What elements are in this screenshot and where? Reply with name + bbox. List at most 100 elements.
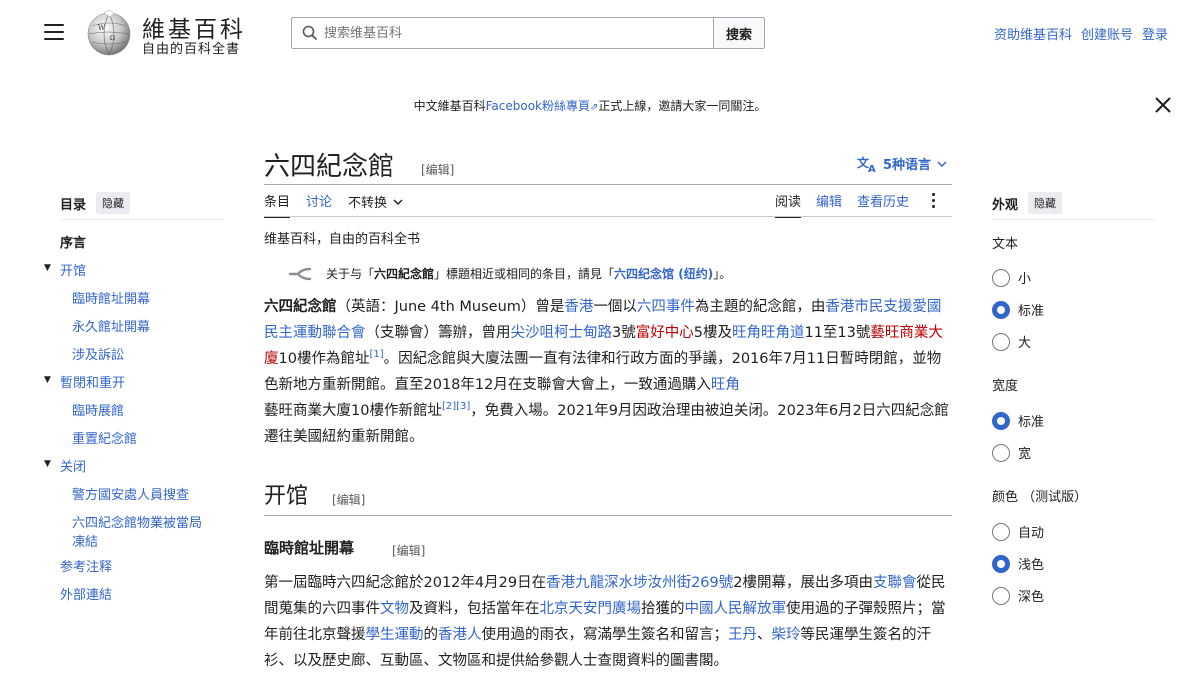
- search-field[interactable]: [291, 17, 713, 49]
- appearance-title: 外观: [992, 197, 1019, 213]
- title-divider: [264, 184, 952, 185]
- reference-3[interactable]: [3]: [456, 401, 470, 412]
- toc-item-intro[interactable]: 序言: [60, 232, 86, 251]
- chevron-down-icon[interactable]: ▼: [44, 375, 51, 385]
- color-light[interactable]: 浅色: [992, 554, 1044, 573]
- toc-title: 目录: [60, 197, 87, 213]
- width-wide[interactable]: 宽: [992, 443, 1031, 462]
- link-mongkok-2[interactable]: 旺角: [711, 377, 740, 393]
- search-input[interactable]: [324, 25, 684, 41]
- link-chai-ling[interactable]: 柴玲: [772, 627, 801, 643]
- link-mongkok[interactable]: 旺角: [732, 325, 761, 341]
- title-edit-link[interactable]: [编辑]: [421, 161, 454, 178]
- radio-button[interactable]: [992, 268, 1010, 287]
- disambiguation-icon: [288, 267, 312, 280]
- color-label: 颜色 （测试版）: [992, 490, 1088, 505]
- text-size-label: 文本: [992, 237, 1019, 252]
- color-auto[interactable]: 自动: [992, 522, 1044, 541]
- color-dark[interactable]: 深色: [992, 586, 1044, 605]
- tab-edit[interactable]: 编辑: [816, 191, 842, 210]
- width-standard[interactable]: 标准: [992, 411, 1044, 430]
- tab-talk[interactable]: 讨论: [306, 191, 332, 218]
- link-address[interactable]: 香港九龍深水埗汝州街269號: [546, 575, 733, 591]
- link-pla[interactable]: 中國人民解放軍: [685, 601, 787, 617]
- text: 3號: [612, 325, 636, 341]
- subsection-heading-temp-opening: 臨時館址開幕: [264, 539, 355, 557]
- hatnote-link[interactable]: 六四纪念馆 (纽约): [614, 267, 713, 281]
- radio-button[interactable]: [992, 332, 1010, 351]
- link-hongkongers[interactable]: 香港人: [438, 627, 482, 643]
- intro-paragraph: 六四紀念館（英語：June 4th Museum）曾是香港一個以六四事件為主題的…: [264, 294, 952, 450]
- text-size-standard[interactable]: 标准: [992, 300, 1044, 319]
- toc-item-property-frozen[interactable]: 六四紀念館物業被當局 凍結: [72, 512, 202, 550]
- svg-text:Ω: Ω: [110, 35, 115, 42]
- radio-button-selected[interactable]: [992, 411, 1010, 430]
- toc-hide-button[interactable]: 隐藏: [96, 192, 131, 214]
- chevron-down-icon[interactable]: ▼: [44, 263, 51, 273]
- create-account-link[interactable]: 创建账号: [1081, 24, 1133, 43]
- radio-button[interactable]: [992, 443, 1010, 462]
- link-alliance-short[interactable]: 支聯會: [873, 575, 917, 591]
- close-icon[interactable]: [1153, 95, 1173, 115]
- tab-article[interactable]: 条目: [264, 191, 291, 218]
- wikipedia-globe-icon[interactable]: W Ω: [84, 10, 134, 56]
- link-tiananmen[interactable]: 北京天安門廣場: [540, 601, 642, 617]
- radio-button-selected[interactable]: [992, 554, 1010, 573]
- option-label: 宽: [1018, 447, 1032, 462]
- language-button[interactable]: 文 A 5种语言: [857, 154, 947, 173]
- text-size-small[interactable]: 小: [992, 268, 1031, 287]
- chevron-down-icon: [937, 160, 947, 167]
- translate-icon: 文 A: [857, 155, 876, 173]
- hatnote-suffix: 」。: [713, 267, 732, 281]
- option-label: 大: [1018, 336, 1032, 351]
- toc-item-temp-exhibit[interactable]: 臨時展館: [72, 400, 124, 419]
- subsection-edit-link[interactable]: [编辑]: [392, 542, 425, 559]
- title-edit-label: [编辑]: [421, 163, 455, 177]
- text-size-large[interactable]: 大: [992, 332, 1031, 351]
- option-label: 自动: [1018, 526, 1045, 541]
- toc-item-litigation[interactable]: 涉及訴訟: [72, 344, 124, 363]
- donate-link[interactable]: 资助维基百科: [994, 24, 1072, 43]
- logo-subtitle[interactable]: 自由的百科全書: [142, 38, 240, 57]
- login-link[interactable]: 登录: [1142, 24, 1168, 43]
- link-wang-dan[interactable]: 王丹: [728, 627, 757, 643]
- more-options-icon[interactable]: [932, 191, 936, 208]
- radio-button[interactable]: [992, 522, 1010, 541]
- radio-button[interactable]: [992, 586, 1010, 605]
- link-june4-incident[interactable]: 六四事件: [637, 299, 695, 315]
- link-artifacts[interactable]: 文物: [380, 601, 409, 617]
- search-icon: [302, 25, 318, 41]
- facebook-link[interactable]: Facebook粉絲專頁: [486, 99, 590, 113]
- main-menu-icon[interactable]: [44, 24, 64, 40]
- toc-item-temp-opening[interactable]: 臨時館址開幕: [72, 288, 150, 307]
- toc-item-permanent-opening[interactable]: 永久館址開幕: [72, 316, 150, 335]
- toc-item-external-links[interactable]: 外部連結: [60, 584, 112, 603]
- section-edit-link[interactable]: [编辑]: [332, 491, 365, 508]
- toc-item-opening[interactable]: 开馆: [60, 260, 86, 279]
- option-label: 标准: [1018, 415, 1045, 430]
- toc-item-reset[interactable]: 重置紀念館: [72, 428, 137, 447]
- chevron-down-icon[interactable]: ▼: [44, 459, 51, 469]
- reference-1[interactable]: [1]: [369, 349, 383, 360]
- personal-tools: 资助维基百科 创建账号 登录: [994, 24, 1168, 43]
- toc-item-references[interactable]: 参考注释: [60, 556, 112, 575]
- link-mongkok-road[interactable]: 旺角道: [761, 325, 805, 341]
- appearance-hide-button[interactable]: 隐藏: [1028, 192, 1063, 214]
- link-austin-road[interactable]: 尖沙咀柯士甸路: [511, 325, 613, 341]
- variant-dropdown[interactable]: 不转换: [348, 191, 403, 218]
- radio-button-selected[interactable]: [992, 300, 1010, 319]
- option-label: 小: [1018, 272, 1032, 287]
- link-student-movement[interactable]: 學生運動: [366, 627, 424, 643]
- view-tabs: 阅读 编辑 查看历史: [775, 191, 936, 218]
- redlink-foo-hoo-centre[interactable]: 富好中心: [636, 325, 694, 341]
- toc-item-closure-reopen[interactable]: 暫閉和重开: [60, 372, 125, 391]
- reference-2[interactable]: [2]: [442, 401, 456, 412]
- toc-item-closed[interactable]: 关闭: [60, 456, 86, 475]
- toc-item-police-search[interactable]: 警方國安處人員搜查: [72, 484, 189, 503]
- link-hongkong[interactable]: 香港: [564, 299, 593, 315]
- tab-read[interactable]: 阅读: [775, 191, 802, 218]
- text: 使用過的雨衣，寫滿學生簽名和留言；: [481, 627, 729, 643]
- notice-text-after: 正式上線，邀請大家一同關注。: [598, 99, 767, 113]
- search-button[interactable]: 搜索: [713, 17, 765, 49]
- tab-history[interactable]: 查看历史: [857, 191, 909, 210]
